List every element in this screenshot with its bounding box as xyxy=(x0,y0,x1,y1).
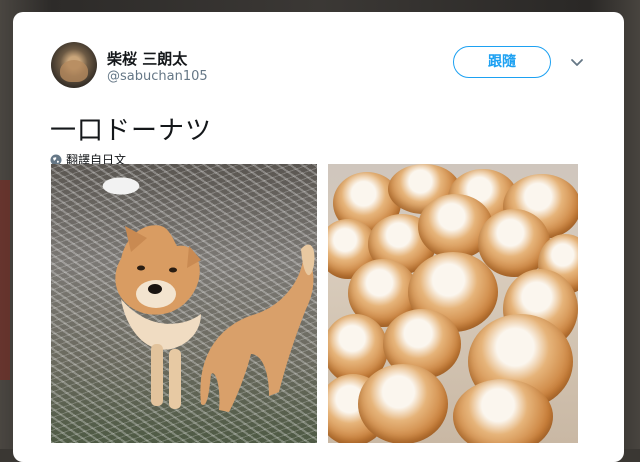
username-handle[interactable]: @sabuchan105 xyxy=(107,69,208,84)
chevron-down-icon[interactable] xyxy=(569,54,585,70)
media-photo-dog[interactable] xyxy=(51,164,317,443)
tweet-text: 一口ドーナツ xyxy=(50,116,213,146)
display-name[interactable]: 柴桜 三朗太 xyxy=(107,48,187,69)
follow-button[interactable]: 跟隨 xyxy=(453,46,551,78)
tweet-card: 柴桜 三朗太 @sabuchan105 跟隨 一口ドーナツ 翻譯自日文 xyxy=(13,12,624,462)
donut xyxy=(358,364,448,443)
media-photo-donuts[interactable] xyxy=(328,164,578,443)
avatar[interactable] xyxy=(51,42,97,88)
shiba-dog-image xyxy=(115,225,315,412)
background-edge xyxy=(0,180,10,380)
